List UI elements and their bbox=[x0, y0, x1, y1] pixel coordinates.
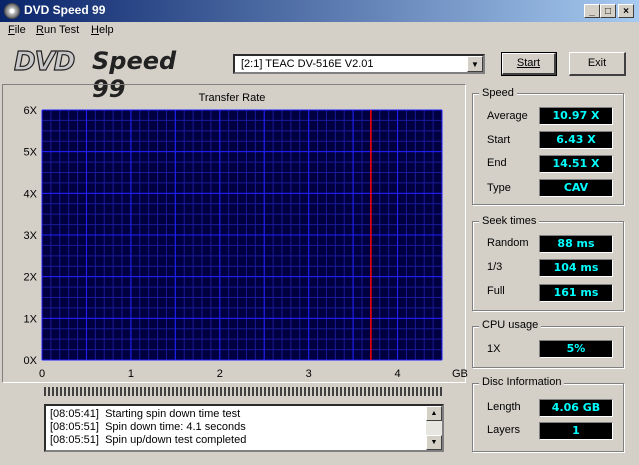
exit-button[interactable]: Exit bbox=[569, 52, 626, 76]
window-title: DVD Speed 99 bbox=[24, 3, 106, 17]
third-seek-label: 1/3 bbox=[487, 261, 503, 273]
start-speed-label: Start bbox=[487, 134, 511, 146]
y-tick-label: 4X bbox=[24, 188, 38, 200]
log-box[interactable]: [08:05:41] Starting spin down time test … bbox=[44, 404, 444, 452]
drive-select[interactable]: [2:1] TEAC DV-516E V2.01 ▼ bbox=[233, 54, 485, 74]
cpu-usage-value: 5% bbox=[539, 340, 613, 358]
start-speed-value: 6.43 X bbox=[539, 131, 613, 149]
log-line: [08:05:51] Spin down time: 4.1 seconds bbox=[50, 421, 246, 433]
drive-select-value: [2:1] TEAC DV-516E V2.01 bbox=[241, 58, 374, 70]
minimize-button[interactable]: _ bbox=[584, 4, 600, 18]
app-disc-icon bbox=[4, 3, 20, 19]
layers-label: Layers bbox=[487, 424, 521, 436]
x-tick-label: 1 bbox=[128, 368, 134, 380]
random-seek-value: 88 ms bbox=[539, 235, 613, 253]
title-bar[interactable]: DVD Speed 99 _ □ × bbox=[0, 0, 639, 22]
average-label: Average bbox=[487, 110, 528, 122]
y-tick-label: 5X bbox=[24, 147, 38, 159]
length-label: Length bbox=[487, 401, 521, 413]
length-value: 4.06 GB bbox=[539, 399, 613, 417]
average-speed-value: 10.97 X bbox=[539, 107, 613, 125]
disc-group-title: Disc Information bbox=[479, 376, 565, 388]
x-tick-label: 3 bbox=[306, 368, 312, 380]
menu-file[interactable]: File bbox=[8, 24, 26, 36]
x-unit-label: GB bbox=[452, 368, 468, 380]
log-line: [08:05:41] Starting spin down time test bbox=[50, 408, 241, 420]
random-seek-label: Random bbox=[487, 237, 529, 249]
logo-dvd-text: DVD bbox=[13, 46, 76, 77]
type-label: Type bbox=[487, 182, 511, 194]
x-tick-label: 4 bbox=[394, 368, 400, 380]
progress-bar bbox=[44, 387, 442, 396]
start-button[interactable]: Start bbox=[501, 52, 557, 76]
log-scrollbar[interactable]: ▲ ▼ bbox=[426, 406, 442, 450]
seek-group-title: Seek times bbox=[479, 215, 540, 227]
speed-group-title: Speed bbox=[479, 87, 517, 99]
type-value: CAV bbox=[539, 179, 613, 197]
y-tick-label: 2X bbox=[24, 272, 38, 284]
scroll-up-icon[interactable]: ▲ bbox=[426, 406, 442, 421]
transfer-rate-chart: 6X 5X 4X 3X 2X 1X 0X0 1 2 3 4 GB bbox=[24, 105, 468, 380]
layers-value: 1 bbox=[539, 422, 613, 440]
close-button[interactable]: × bbox=[618, 4, 634, 18]
y-tick-label: 3X bbox=[24, 230, 38, 242]
y-tick-label: 1X bbox=[24, 313, 38, 325]
maximize-button[interactable]: □ bbox=[600, 4, 616, 18]
menu-run-test[interactable]: Run Test bbox=[36, 24, 79, 36]
cpu-group-title: CPU usage bbox=[479, 319, 542, 331]
third-seek-value: 104 ms bbox=[539, 259, 613, 277]
x-tick-label: 2 bbox=[217, 368, 223, 380]
full-seek-value: 161 ms bbox=[539, 284, 613, 302]
log-line: [08:05:51] Spin up/down test completed bbox=[50, 434, 247, 446]
scroll-down-icon[interactable]: ▼ bbox=[426, 435, 442, 450]
cpu-speed-label: 1X bbox=[487, 343, 501, 355]
end-speed-label: End bbox=[487, 157, 507, 169]
disc-group bbox=[472, 383, 624, 452]
y-tick-label: 6X bbox=[24, 105, 38, 117]
full-seek-label: Full bbox=[487, 285, 505, 297]
chevron-down-icon[interactable]: ▼ bbox=[467, 56, 483, 72]
y-tick-label: 0X bbox=[24, 355, 38, 367]
menu-help[interactable]: Help bbox=[91, 24, 114, 36]
menu-bar: File Run Test Help bbox=[0, 22, 639, 40]
end-speed-value: 14.51 X bbox=[539, 155, 613, 173]
x-tick-label: 0 bbox=[39, 368, 45, 380]
